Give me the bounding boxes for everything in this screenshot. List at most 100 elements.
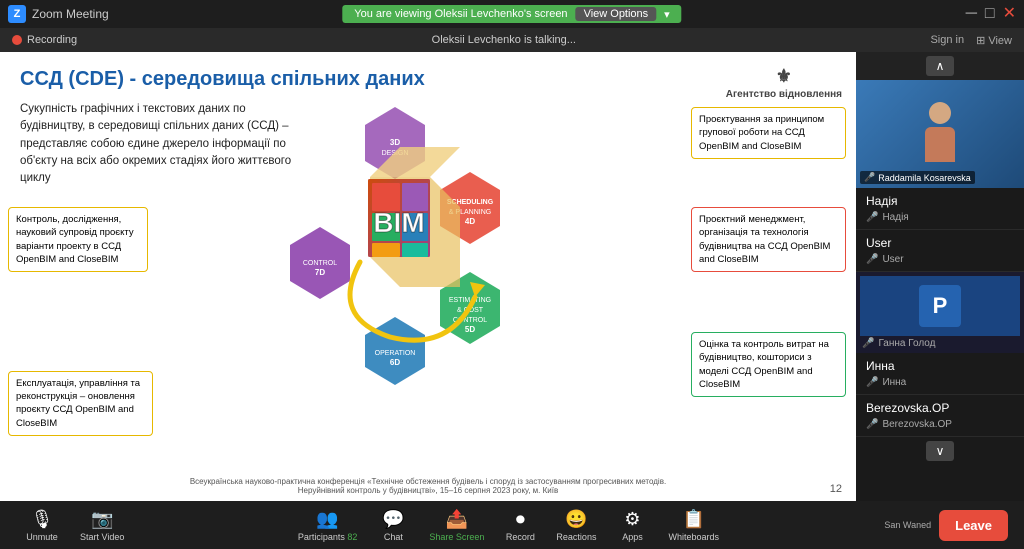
toolbar-right-group: San Waned Leave xyxy=(884,510,1008,541)
callout-text-2: Проєктний менеджмент, організація та тех… xyxy=(699,214,830,265)
svg-text:3D: 3D xyxy=(390,138,400,147)
start-video-button[interactable]: 📷 Start Video xyxy=(72,505,132,546)
nav-up-button[interactable]: ∧ xyxy=(926,56,954,76)
participant-item-hanna: P 🎤 Ганна Голод xyxy=(856,272,1024,353)
close-button[interactable]: ✕ xyxy=(1003,6,1016,22)
recording-dot xyxy=(12,35,22,45)
presentation-area: ССД (CDE) - середовища спільних даних Су… xyxy=(0,52,856,501)
title-bar: Z Zoom Meeting You are viewing Oleksii L… xyxy=(0,0,1024,28)
svg-text:5D: 5D xyxy=(465,325,475,334)
callout-text-3: Оцінка та контроль витрат на будівництво… xyxy=(699,339,829,390)
participant-sublabel-user: User xyxy=(882,254,903,265)
local-user-name: San Waned xyxy=(884,520,931,530)
header-actions: Sign in ⊞ View xyxy=(930,34,1012,47)
sub-header: Recording Oleksii Levchenko is talking..… xyxy=(0,28,1024,52)
record-label: Record xyxy=(506,532,535,542)
participant-sub-hanna: 🎤 Ганна Голод xyxy=(860,336,1020,349)
participant-item-inna: Инна 🎤 Инна xyxy=(856,353,1024,395)
video-icon: 📷 xyxy=(91,509,113,530)
callout-mid-right: Проєктний менеджмент, організація та тех… xyxy=(691,207,846,272)
reactions-button[interactable]: 😀 Reactions xyxy=(548,505,604,546)
share-screen-icon: 📤 xyxy=(446,509,468,530)
banner-text: You are viewing Oleksii Levchenko's scre… xyxy=(354,8,567,20)
callout-text-1: Проєктування за принципом групової робот… xyxy=(699,114,824,152)
svg-text:OPERATION: OPERATION xyxy=(375,350,416,357)
talking-indicator: Oleksii Levchenko is talking... xyxy=(432,34,576,46)
maximize-button[interactable]: □ xyxy=(985,6,995,22)
callout-bot-left: Експлуатація, управління та реконструкці… xyxy=(8,371,153,436)
participant-item-nadia: Надія 🎤 Надія xyxy=(856,188,1024,230)
app-icon: Z xyxy=(8,5,26,23)
participants-icon: 👥 xyxy=(316,509,338,530)
mic-icon: 🎤 xyxy=(864,172,875,183)
record-button[interactable]: ⏺ Record xyxy=(494,505,546,546)
participants-button[interactable]: 👥 Participants 82 xyxy=(290,505,366,546)
mic-icon-berezovska: 🎤 xyxy=(866,419,878,430)
participant-avatar-figure xyxy=(915,102,965,167)
bim-svg: 3D DESIGN SCHEDULING & PLANNING 4D ESTIM… xyxy=(260,97,530,387)
start-video-label: Start Video xyxy=(80,532,124,542)
mic-icon-nadia: 🎤 xyxy=(866,212,878,223)
whiteboards-icon: 📋 xyxy=(683,509,705,530)
unmute-button[interactable]: 🎙 Unmute xyxy=(16,505,68,546)
view-options-button[interactable]: View Options xyxy=(576,7,657,21)
participant-item-berezovska: Berezovska.OP 🎤 Berezovska.OP xyxy=(856,395,1024,437)
sign-in-link[interactable]: Sign in xyxy=(930,34,964,47)
chat-label: Chat xyxy=(384,532,403,542)
participant-video-raddamila: 🎤 Raddamila Kosarevska xyxy=(856,80,1024,188)
participant-sublabel-hanna: Ганна Голод xyxy=(878,338,935,349)
recording-label: Recording xyxy=(27,34,77,46)
participant-name-inna: Инна xyxy=(866,359,1014,373)
participant-nav-down: ∨ xyxy=(856,437,1024,465)
main-content: ССД (CDE) - середовища спільних даних Су… xyxy=(0,52,1024,501)
participant-name-nadia: Надія xyxy=(866,194,1014,208)
participant-name-user: User xyxy=(866,236,1014,250)
share-screen-button[interactable]: 📤 Share Screen xyxy=(421,505,492,546)
callout-bot-right: Оцінка та контроль витрат на будівництво… xyxy=(691,332,846,397)
toolbar-center-group: 👥 Participants 82 💬 Chat 📤 Share Screen … xyxy=(290,505,727,546)
window-controls: ─ □ ✕ xyxy=(966,6,1016,22)
svg-text:6D: 6D xyxy=(390,358,400,367)
toolbar: 🎙 Unmute 📷 Start Video 👥 Participants 82… xyxy=(0,501,1024,549)
footer-line2: Неруйнівний контроль у будівництві», 15–… xyxy=(20,486,836,495)
participant-sublabel-berezovska: Berezovska.OP xyxy=(882,419,951,430)
participant-avatar-hanna: P xyxy=(860,276,1020,336)
minimize-button[interactable]: ─ xyxy=(966,6,977,22)
whiteboards-label: Whiteboards xyxy=(668,532,719,542)
participant-sub-nadia: 🎤 Надія xyxy=(866,212,1014,223)
slide-title: ССД (CDE) - середовища спільних даних xyxy=(20,68,836,91)
callout-text-5: Контроль, дослідження, науковий супровід… xyxy=(16,214,134,265)
nav-down-button[interactable]: ∨ xyxy=(926,441,954,461)
svg-text:CONTROL: CONTROL xyxy=(303,260,337,267)
participant-nav-up: ∧ xyxy=(856,52,1024,80)
app-title: Zoom Meeting xyxy=(32,7,109,21)
recording-badge: Recording xyxy=(12,34,77,46)
local-user-info: San Waned xyxy=(884,520,931,530)
view-button[interactable]: ⊞ View xyxy=(976,34,1012,47)
page-number: 12 xyxy=(830,483,842,495)
participants-label: Participants 82 xyxy=(298,532,358,542)
chevron-down-icon: ▾ xyxy=(664,8,670,21)
whiteboards-button[interactable]: 📋 Whiteboards xyxy=(660,505,727,546)
leave-button[interactable]: Leave xyxy=(939,510,1008,541)
toolbar-left-group: 🎙 Unmute 📷 Start Video xyxy=(16,505,132,546)
chat-icon: 💬 xyxy=(382,509,404,530)
participant-name-label: Raddamila Kosarevska xyxy=(878,173,971,183)
callout-top-right: Проєктування за принципом групової робот… xyxy=(691,107,846,159)
participant-item-user: User 🎤 User xyxy=(856,230,1024,272)
apps-button[interactable]: ⚙ Apps xyxy=(606,505,658,546)
svg-text:4D: 4D xyxy=(465,217,475,226)
slide-footer: Всеукраїнська науково-практична конферен… xyxy=(0,477,856,495)
reactions-label: Reactions xyxy=(556,532,596,542)
footer-line1: Всеукраїнська науково-практична конферен… xyxy=(20,477,836,486)
avatar-head xyxy=(929,102,951,124)
chat-button[interactable]: 💬 Chat xyxy=(367,505,419,546)
slide: ССД (CDE) - середовища спільних даних Су… xyxy=(0,52,856,501)
mic-icon-hanna: 🎤 xyxy=(862,338,874,349)
participant-name-berezovska: Berezovska.OP xyxy=(866,401,1014,415)
svg-text:BIM: BIM xyxy=(373,207,424,238)
participant-sublabel-nadia: Надія xyxy=(882,212,908,223)
callout-text-4: Експлуатація, управління та реконструкці… xyxy=(16,378,140,429)
mic-icon-inna: 🎤 xyxy=(866,377,878,388)
mic-icon-user: 🎤 xyxy=(866,254,878,265)
